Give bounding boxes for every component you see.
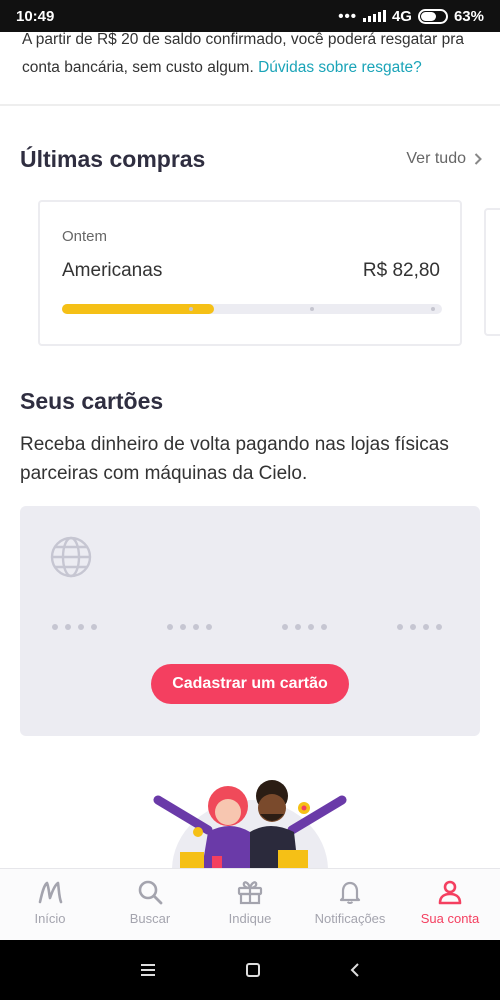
purchase-date: Ontem [62, 228, 108, 245]
your-cards-title: Seus cartões [20, 388, 164, 414]
cashback-progress-bar [62, 304, 442, 314]
latest-purchases-title: Últimas compras [20, 146, 206, 172]
account-screen: A partir de R$ 20 de saldo confirmado, v… [0, 32, 500, 868]
gift-icon [237, 881, 263, 905]
network-type: 4G [391, 7, 412, 25]
nav-label-account: Sua conta [420, 911, 480, 926]
system-navigation-bar [0, 940, 500, 1000]
progress-step-dot [189, 307, 193, 311]
purchase-card[interactable]: Ontem Americanas R$ 82,80 [38, 200, 462, 346]
cashback-info: A partir de R$ 20 de saldo confirmado, v… [22, 32, 492, 82]
see-all-link[interactable]: Ver tudo [406, 150, 482, 168]
purchase-store: Americanas [62, 260, 163, 281]
user-icon [438, 880, 462, 905]
nav-item-refer[interactable]: Indique [200, 869, 300, 940]
status-bar: 10:49 ••• 4G 63% [0, 0, 500, 32]
nav-item-notifications[interactable]: Notificações [300, 869, 400, 940]
progress-step-dot [310, 307, 314, 311]
nav-label-refer: Indique [228, 911, 272, 926]
bell-icon [339, 881, 361, 904]
meliuz-logo-icon [38, 881, 63, 904]
bottom-navigation: Início Buscar Indique Notificações Sua c… [0, 868, 500, 940]
next-purchase-card[interactable] [484, 208, 500, 336]
globe-icon [50, 536, 92, 578]
home-icon[interactable] [245, 962, 261, 978]
back-icon[interactable] [349, 962, 361, 978]
card-number-mask [167, 624, 212, 630]
progress-step-dot [431, 307, 435, 311]
chevron-right-icon [474, 153, 482, 165]
cards-description: Receba dinheiro de volta pagando nas loj… [20, 434, 449, 484]
more-notifications-icon: ••• [338, 7, 357, 25]
battery-percent: 63% [453, 7, 484, 25]
nav-label-search: Buscar [129, 911, 171, 926]
card-number-mask [282, 624, 327, 630]
nav-label-home: Início [34, 911, 66, 926]
nav-item-account[interactable]: Sua conta [400, 869, 500, 940]
search-icon [138, 880, 163, 905]
menu-icon[interactable] [139, 963, 157, 977]
nav-item-search[interactable]: Buscar [100, 869, 200, 940]
card-number-mask [397, 624, 442, 630]
register-card-button[interactable]: Cadastrar um cartão [151, 664, 349, 704]
nav-label-notifications: Notificações [314, 911, 386, 926]
battery-icon [417, 8, 448, 24]
referral-illustration [153, 780, 347, 868]
signal-icon [362, 10, 386, 22]
purchase-amount: R$ 82,80 [362, 260, 440, 281]
see-all-label: Ver tudo [406, 150, 466, 167]
nav-item-home[interactable]: Início [0, 869, 100, 940]
status-time: 10:49 [16, 7, 55, 25]
card-number-mask [52, 624, 97, 630]
section-divider [0, 104, 500, 106]
status-icons: ••• 4G 63% [338, 8, 484, 25]
card-placeholder: Cadastrar um cartão [20, 506, 480, 736]
withdraw-faq-link[interactable]: Dúvidas sobre resgate? [258, 59, 422, 76]
